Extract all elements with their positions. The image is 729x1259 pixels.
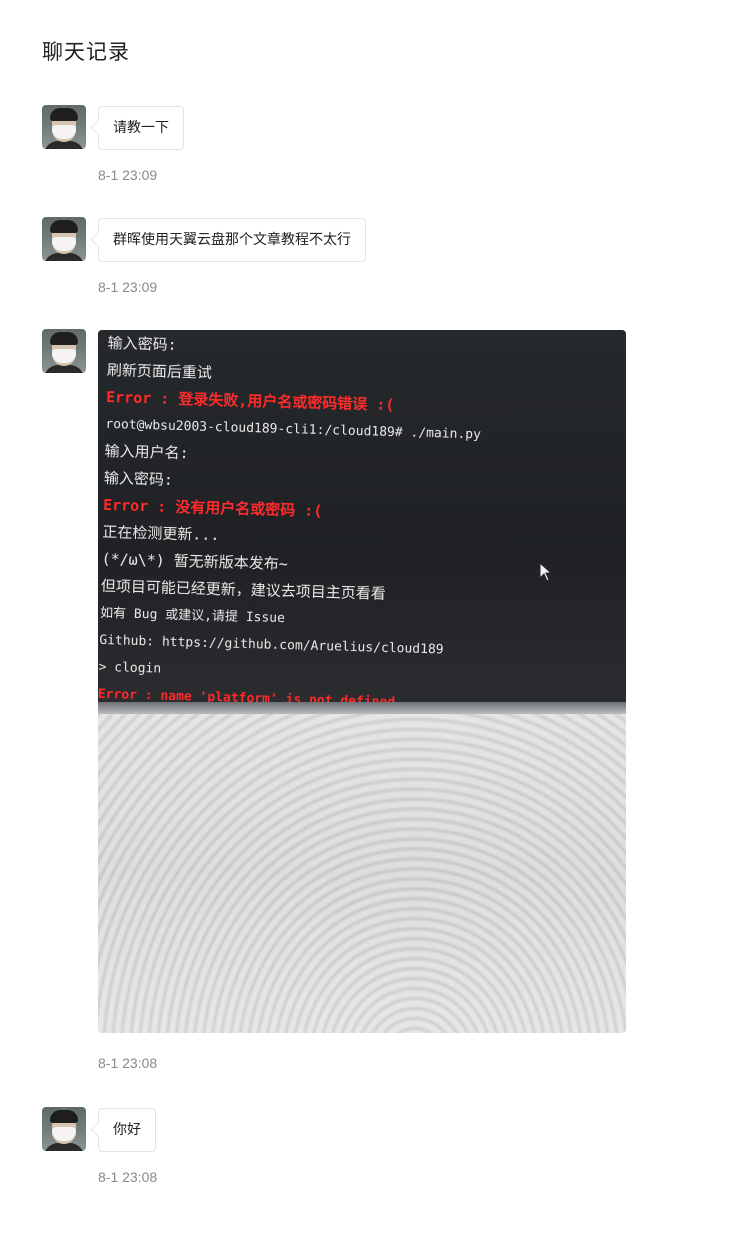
message-bubble[interactable]: 你好 (98, 1108, 156, 1152)
avatar[interactable] (42, 1107, 86, 1151)
message-time: 8-1 23:09 (98, 279, 158, 295)
desk-surface (98, 714, 626, 1033)
page-title: 聊天记录 (42, 40, 130, 64)
message-time: 8-1 23:08 (98, 1169, 158, 1185)
message-image[interactable]: 输入密码: 刷新页面后重试 Error : 登录失败,用户名或密码错误 :( r… (98, 330, 626, 1033)
avatar[interactable] (42, 329, 86, 373)
mouse-pointer-icon (539, 562, 553, 582)
terminal-screen: 输入密码: 刷新页面后重试 Error : 登录失败,用户名或密码错误 :( r… (98, 330, 626, 729)
message-time: 8-1 23:09 (98, 167, 158, 183)
terminal-output: 输入密码: 刷新页面后重试 Error : 登录失败,用户名或密码错误 :( r… (98, 330, 608, 749)
message-bubble[interactable]: 群晖使用天翼云盘那个文章教程不太行 (98, 218, 366, 262)
monitor-bezel (98, 702, 626, 714)
message-time: 8-1 23:08 (98, 1055, 158, 1071)
avatar[interactable] (42, 105, 86, 149)
avatar[interactable] (42, 217, 86, 261)
message-bubble[interactable]: 请教一下 (98, 106, 184, 150)
